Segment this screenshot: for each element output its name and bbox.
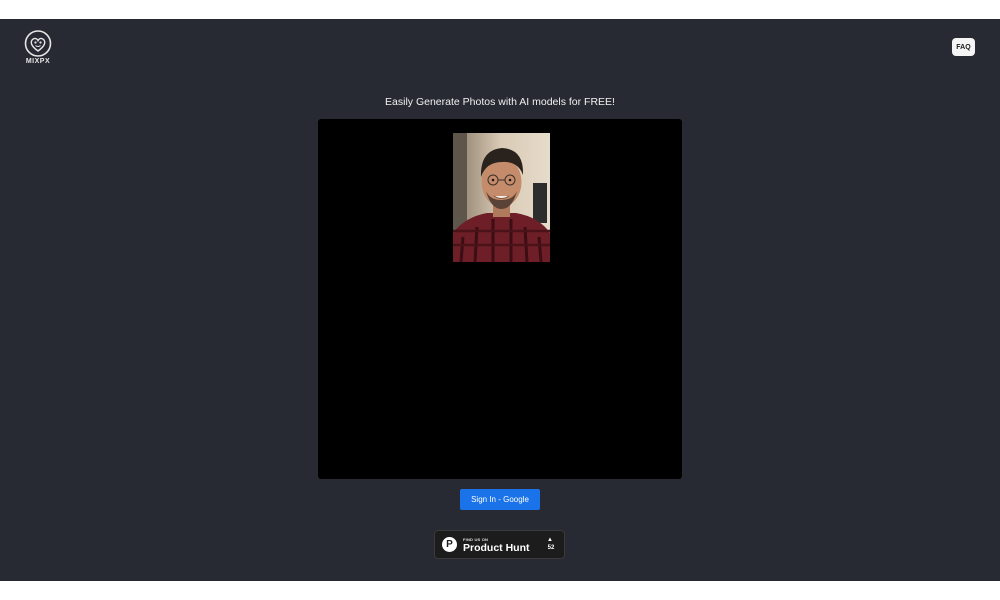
- upvote-count: 52: [547, 545, 555, 551]
- image-preview-panel: [318, 119, 682, 479]
- logo-text: MIXPX: [25, 58, 51, 65]
- faq-button[interactable]: FAQ: [952, 38, 975, 56]
- product-hunt-p-icon: P: [442, 537, 457, 552]
- app-window: MIXPX FAQ Easily Generate Photos with AI…: [0, 19, 1000, 581]
- page-headline: Easily Generate Photos with AI models fo…: [385, 96, 615, 108]
- sample-portrait-photo: [453, 133, 550, 262]
- product-hunt-badge[interactable]: P FIND US ON Product Hunt ▲ 52: [434, 530, 565, 559]
- google-sign-in-button[interactable]: Sign In - Google: [460, 489, 540, 510]
- mixpx-logo[interactable]: MIXPX: [22, 30, 54, 66]
- upvote-triangle-icon: ▲: [547, 537, 553, 543]
- product-hunt-name: Product Hunt: [463, 542, 530, 554]
- heart-face-logo-icon: [24, 30, 52, 57]
